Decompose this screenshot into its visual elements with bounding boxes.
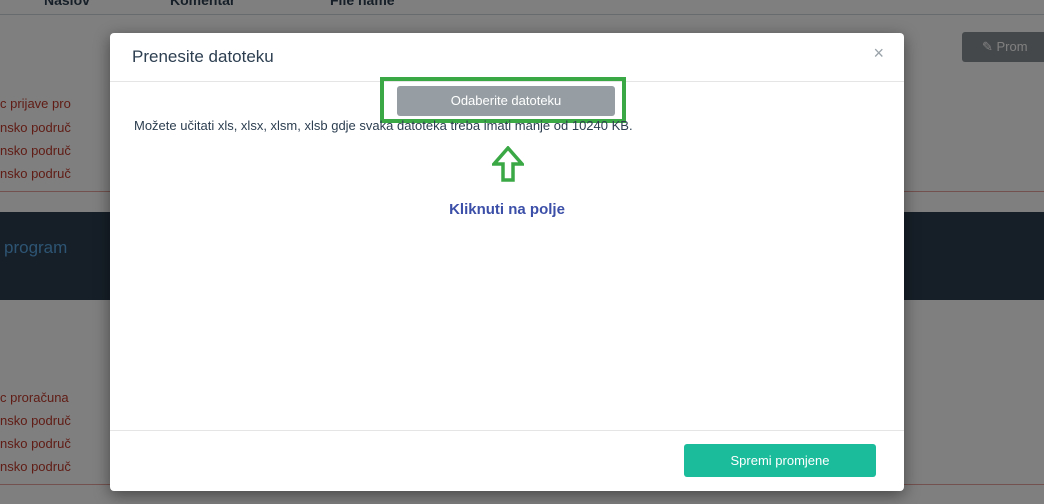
upload-info-text: Možete učitati xls, xlsx, xlsm, xlsb gdj… bbox=[134, 118, 633, 133]
choose-file-button[interactable]: Odaberite datoteku bbox=[397, 86, 615, 116]
close-icon[interactable]: × bbox=[873, 43, 884, 64]
arrow-up-outline-icon bbox=[492, 146, 524, 182]
click-instruction: Kliknuti na polje bbox=[449, 201, 565, 218]
upload-file-modal: Prenesite datoteku × Odaberite datoteku … bbox=[110, 33, 904, 491]
modal-footer: Spremi promjene bbox=[110, 430, 904, 491]
modal-header: Prenesite datoteku × bbox=[110, 33, 904, 82]
save-changes-button[interactable]: Spremi promjene bbox=[684, 444, 876, 477]
modal-title: Prenesite datoteku bbox=[132, 47, 274, 66]
